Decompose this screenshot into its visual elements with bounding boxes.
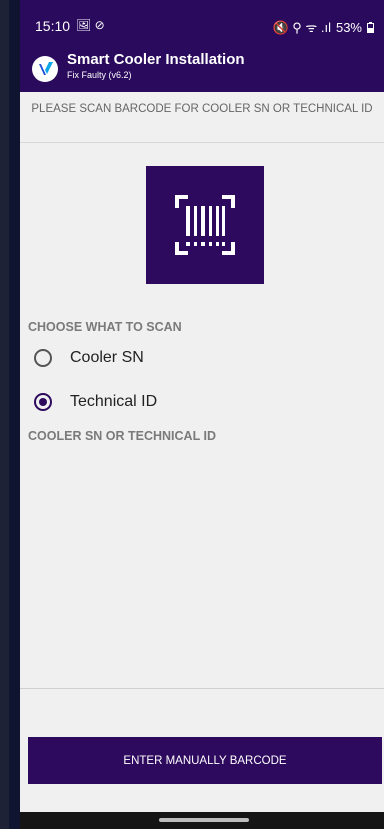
app-screen: 15:10 🖼 ⊘ 🔇 ⚲ ᯤ .ıl 53% Smart Cooler Ins… [20,0,384,812]
app-title: Smart Cooler Installation [67,51,245,68]
app-bar: 15:10 🖼 ⊘ 🔇 ⚲ ᯤ .ıl 53% Smart Cooler Ins… [20,0,384,92]
radio-cooler-sn-indicator[interactable] [34,349,52,367]
enter-manually-button[interactable]: ENTER MANUALLY BARCODE [28,737,382,784]
radio-cooler-sn[interactable]: Cooler SN [34,345,144,371]
scan-instruction: PLEASE SCAN BARCODE FOR COOLER SN OR TEC… [31,103,373,115]
radio-technical-id-indicator[interactable] [34,393,52,411]
status-icons: 🔇 ⚲ ᯤ .ıl [272,20,331,35]
radio-technical-id[interactable]: Technical ID [34,389,157,415]
device-bezel [0,0,20,829]
home-indicator[interactable] [159,818,249,822]
radio-technical-id-label: Technical ID [70,393,158,410]
navigation-bar [20,812,384,829]
barcode-scan-icon [175,195,235,255]
status-time: 15:10 [35,18,71,34]
scan-barcode-button[interactable] [146,166,264,284]
status-bar: 15:10 🖼 ⊘ 🔇 ⚲ ᯤ .ıl 53% [20,0,384,40]
app-logo-icon [32,56,58,82]
battery-icon [367,21,374,33]
app-subtitle: Fix Faulty (v6.2) [67,70,132,80]
radio-cooler-sn-label: Cooler SN [70,349,144,366]
choose-label: CHOOSE WHAT TO SCAN [28,320,182,334]
notification-icons: 🖼 ⊘ [76,18,105,32]
divider [20,688,384,689]
device: 15:10 🖼 ⊘ 🔇 ⚲ ᯤ .ıl 53% Smart Cooler Ins… [0,0,384,829]
result-field-label: COOLER SN OR TECHNICAL ID [28,429,216,443]
status-right: 🔇 ⚲ ᯤ .ıl 53% [272,18,374,36]
battery-percent: 53% [335,19,362,35]
divider [20,142,384,143]
device-bezel-edge [9,0,20,829]
